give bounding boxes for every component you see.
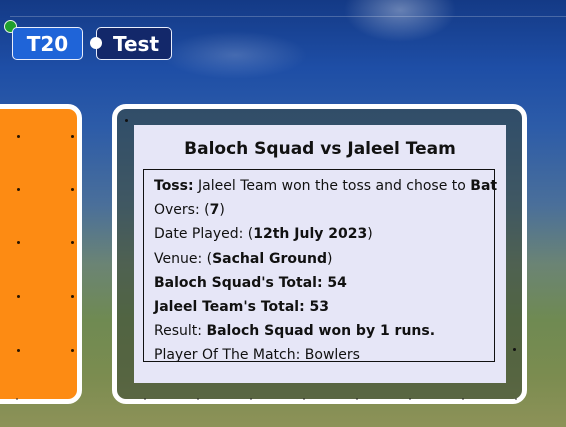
- card-dot: [71, 188, 74, 191]
- date-close: ): [367, 226, 373, 243]
- match-details-box: Toss: Jaleel Team won the toss and chose…: [143, 169, 498, 363]
- tab-selector-dot: [90, 37, 102, 49]
- result-row: Result: Baloch Squad won by 1 runs.: [154, 319, 494, 343]
- match-card[interactable]: Baloch Squad vs Jaleel Team Toss: Jaleel…: [112, 104, 527, 404]
- card-dot: [71, 241, 74, 244]
- card-dot: [125, 119, 128, 122]
- overs-label: Overs: (: [154, 202, 210, 219]
- card-dot: [513, 348, 516, 351]
- overs-close: ): [219, 202, 225, 219]
- team1-total: Baloch Squad's Total: 54: [154, 274, 347, 291]
- tab-t20[interactable]: T20: [12, 27, 83, 60]
- card-dot: [17, 295, 20, 298]
- tab-test[interactable]: Test: [96, 27, 172, 60]
- venue-value: Sachal Ground: [212, 250, 327, 267]
- venue-label: Venue: (: [154, 250, 213, 267]
- venue-row: Venue: (Sachal Ground): [154, 247, 494, 271]
- toss-row: Toss: Jaleel Team won the toss and chose…: [154, 174, 498, 198]
- toss-label: Toss:: [154, 178, 194, 194]
- card-dot: [17, 349, 20, 352]
- card-dot: [71, 295, 74, 298]
- ground-dots: [0, 398, 566, 402]
- overs-row: Overs: (7): [154, 198, 494, 222]
- previous-match-card[interactable]: [0, 104, 82, 404]
- card-dot: [17, 241, 20, 244]
- card-dot: [17, 188, 20, 191]
- tab-test-label: Test: [113, 31, 160, 56]
- card-dot: [17, 135, 20, 138]
- result-value: Baloch Squad won by 1 runs.: [206, 323, 436, 340]
- overs-value: 7: [209, 202, 220, 219]
- team2-total: Jaleel Team's Total: 53: [154, 298, 330, 315]
- match-title: Baloch Squad vs Jaleel Team: [184, 139, 456, 159]
- match-summary-panel: Baloch Squad vs Jaleel Team Toss: Jaleel…: [134, 125, 506, 383]
- potm-row: Player Of The Match: Bowlers: [154, 343, 494, 367]
- tab-t20-label: T20: [26, 31, 69, 56]
- top-divider: [10, 16, 566, 17]
- potm-value: Bowlers: [304, 347, 360, 364]
- venue-close: ): [326, 250, 333, 267]
- result-label: Result:: [154, 323, 207, 340]
- card-dot: [71, 135, 74, 138]
- date-value: 12th July 2023: [253, 226, 368, 243]
- toss-text: Jaleel Team won the toss and chose to: [193, 178, 471, 194]
- toss-choice: Bat: [470, 178, 498, 194]
- potm-label: Player Of The Match:: [154, 347, 305, 364]
- card-dot: [71, 349, 74, 352]
- date-label: Date Played: (: [154, 226, 254, 243]
- date-row: Date Played: (12th July 2023): [154, 222, 494, 246]
